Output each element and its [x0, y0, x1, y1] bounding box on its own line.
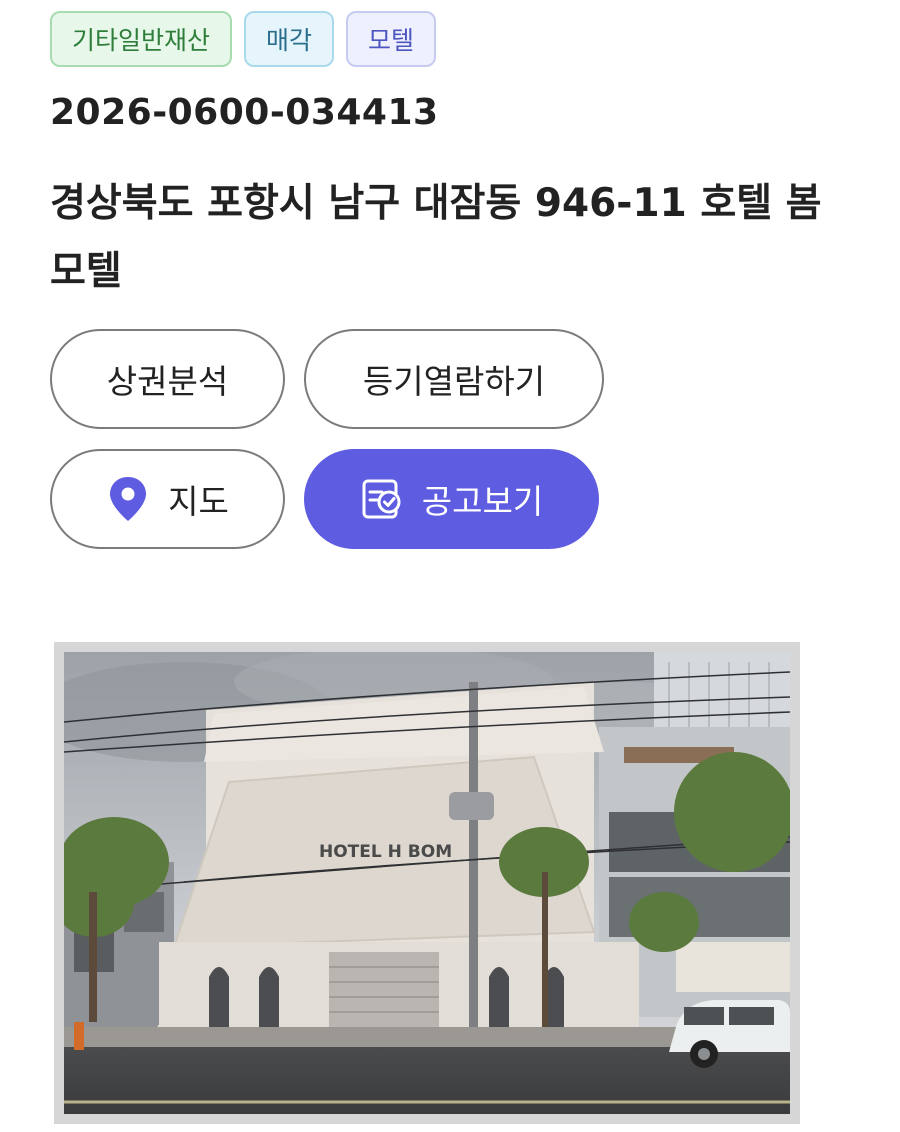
hotel-sign: HOTEL H BOM [319, 842, 452, 862]
map-pin-icon [106, 477, 150, 521]
property-photo[interactable]: HOTEL H BOM [54, 642, 800, 1124]
tag-property-type: 기타일반재산 [50, 11, 233, 67]
map-button[interactable]: 지도 [50, 449, 285, 549]
document-check-icon [360, 477, 404, 521]
notice-view-label: 공고보기 [421, 482, 544, 521]
property-detail-page: 기타일반재산 매각 모텔 2026-0600-034413 경상북도 포항시 남… [0, 0, 900, 1132]
notice-view-button[interactable]: 공고보기 [304, 449, 599, 549]
building-photo: HOTEL H BOM [64, 652, 790, 1114]
registry-view-label: 등기열람하기 [362, 362, 546, 401]
property-address: 경상북도 포항시 남구 대잠동 946-11 호텔 봄 모텔 [50, 181, 822, 294]
tag-sale-type: 매각 [244, 11, 335, 67]
registry-view-button[interactable]: 등기열람하기 [304, 329, 604, 429]
commercial-analysis-button[interactable]: 상권분석 [50, 329, 285, 429]
tag-list: 기타일반재산 매각 모텔 [50, 11, 437, 67]
commercial-analysis-label: 상권분석 [106, 362, 229, 401]
tag-usage: 모텔 [346, 11, 437, 67]
case-number: 2026-0600-034413 [50, 92, 439, 133]
map-label: 지도 [168, 482, 229, 521]
